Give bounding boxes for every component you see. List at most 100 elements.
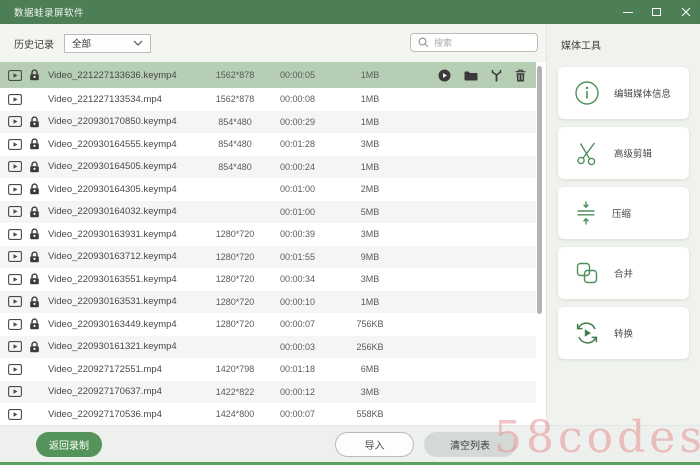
- lock-icon: [29, 138, 42, 150]
- file-duration: 00:00:08: [279, 94, 316, 105]
- table-row[interactable]: Video_220930164032.keymp4 00:01:00 5MB: [0, 200, 536, 223]
- tool-cards: 编辑媒体信息 高级剪辑 压缩 合并 转换: [547, 67, 700, 359]
- file-name: Video_220927170536.mp4: [48, 408, 162, 420]
- file-size: 1MB: [360, 116, 380, 127]
- video-file-icon: [8, 251, 22, 263]
- file-resolution: 1280*720: [215, 274, 255, 285]
- file-resolution: 1280*720: [215, 251, 255, 262]
- file-name: Video_220930164032.keymp4: [48, 206, 177, 218]
- file-duration: 00:00:29: [279, 116, 316, 127]
- scrollbar-thumb[interactable]: [537, 66, 542, 314]
- table-row[interactable]: Video_221227133534.mp4 1562*878 00:00:08…: [0, 88, 536, 111]
- file-name: Video_220927172551.mp4: [48, 363, 162, 375]
- video-file-icon: [8, 138, 22, 150]
- panel-title: 媒体工具: [561, 41, 601, 52]
- table-row[interactable]: Video_220930170850.keymp4 854*480 00:00:…: [0, 110, 536, 133]
- table-row[interactable]: Video_220930163931.keymp4 1280*720 00:00…: [0, 223, 536, 246]
- file-name: Video_221227133534.mp4: [48, 93, 162, 105]
- back-to-record-button[interactable]: 返回录制: [36, 432, 102, 457]
- file-duration: 00:00:24: [279, 161, 316, 172]
- history-filter-dropdown[interactable]: 全部: [64, 33, 151, 53]
- video-file-icon: [8, 318, 22, 330]
- chevron-down-icon: [133, 40, 143, 46]
- table-row[interactable]: Video_220930163531.keymp4 1280*720 00:00…: [0, 290, 536, 313]
- tool-edit-media-info[interactable]: 编辑媒体信息: [558, 67, 689, 119]
- minimize-icon[interactable]: [613, 0, 642, 24]
- table-row[interactable]: Video_220930163551.keymp4 1280*720 00:00…: [0, 268, 536, 291]
- lock-icon: [29, 318, 42, 330]
- table-row[interactable]: Video_220930164305.keymp4 00:01:00 2MB: [0, 178, 536, 201]
- compress-icon: [573, 199, 599, 227]
- table-row[interactable]: Video_220930164555.keymp4 854*480 00:01:…: [0, 133, 536, 156]
- file-resolution: 854*480: [218, 161, 252, 172]
- file-resolution: 1280*720: [215, 296, 255, 307]
- lock-icon: [29, 161, 42, 173]
- lock-icon: [29, 116, 42, 128]
- file-name: Video_220930164555.keymp4: [48, 138, 177, 150]
- search-input[interactable]: [434, 37, 530, 48]
- file-size: 3MB: [360, 386, 380, 397]
- tool-advanced-clip[interactable]: 高级剪辑: [558, 127, 689, 179]
- close-icon[interactable]: [671, 0, 700, 24]
- file-size: 558KB: [356, 409, 384, 420]
- table-row[interactable]: Video_220930163712.keymp4 1280*720 00:01…: [0, 245, 536, 268]
- file-name: Video_220930163531.keymp4: [48, 296, 177, 308]
- video-file-icon: [8, 386, 22, 398]
- maximize-icon[interactable]: [642, 0, 671, 24]
- file-duration: 00:00:05: [279, 70, 316, 80]
- video-file-icon: [8, 206, 22, 218]
- file-duration: 00:00:07: [279, 409, 316, 420]
- lock-icon: [29, 183, 42, 195]
- file-name: Video_220930163449.keymp4: [48, 318, 177, 330]
- table-row[interactable]: Video_220930161321.keymp4 00:00:03 256KB: [0, 335, 536, 358]
- tool-label: 合并: [614, 269, 634, 280]
- file-resolution: 1280*720: [215, 319, 255, 330]
- left-pane: 历史记录 全部 Video_221227133636.keymp4: [0, 24, 546, 425]
- file-resolution: 1280*720: [215, 229, 255, 240]
- file-list: Video_221227133636.keymp4 1562*878 00:00…: [0, 62, 546, 425]
- video-file-icon: [8, 408, 22, 420]
- scissors-icon: [573, 139, 601, 167]
- file-duration: 00:00:10: [279, 296, 316, 307]
- window-controls: [613, 0, 700, 24]
- play-icon[interactable]: [438, 69, 451, 82]
- file-duration: 00:01:28: [279, 139, 316, 150]
- video-file-icon: [8, 183, 22, 195]
- file-duration: 00:01:18: [279, 364, 316, 375]
- info-icon: [573, 79, 601, 107]
- file-duration: 00:01:00: [279, 206, 316, 217]
- lock-icon: [29, 273, 42, 285]
- trash-icon[interactable]: [515, 69, 526, 82]
- file-name: Video_220930164505.keymp4: [48, 161, 177, 173]
- table-row[interactable]: Video_220927170637.mp4 1422*822 00:00:12…: [0, 380, 536, 403]
- folder-icon[interactable]: [464, 70, 478, 81]
- clear-list-button[interactable]: 清空列表: [424, 432, 516, 457]
- file-size: 1MB: [360, 161, 380, 172]
- tool-label: 转换: [614, 329, 634, 340]
- footer-bar: 返回录制 导入 清空列表: [0, 425, 700, 462]
- file-name: Video_220930163712.keymp4: [48, 251, 177, 263]
- file-size: 756KB: [356, 319, 384, 330]
- table-row[interactable]: Video_220927170536.mp4 1424*800 00:00:07…: [0, 403, 536, 425]
- wrench-icon[interactable]: [491, 69, 502, 82]
- table-row[interactable]: Video_220930163449.keymp4 1280*720 00:00…: [0, 313, 536, 336]
- file-duration: 00:00:39: [279, 229, 316, 240]
- file-size: 5MB: [360, 206, 380, 217]
- file-size: 6MB: [360, 364, 380, 375]
- table-row[interactable]: Video_220930164505.keymp4 854*480 00:00:…: [0, 155, 536, 178]
- file-duration: 00:01:55: [279, 251, 316, 262]
- file-size: 1MB: [360, 70, 380, 80]
- tool-merge[interactable]: 合并: [558, 247, 689, 299]
- tool-compress[interactable]: 压缩: [558, 187, 689, 239]
- video-file-icon: [8, 228, 22, 240]
- file-name: Video_221227133636.keymp4: [48, 69, 177, 81]
- tool-convert[interactable]: 转换: [558, 307, 689, 359]
- table-row[interactable]: Video_221227133636.keymp4 1562*878 00:00…: [0, 62, 536, 88]
- file-duration: 00:00:07: [279, 319, 316, 330]
- tool-label: 高级剪辑: [614, 149, 653, 160]
- search-icon: [418, 37, 429, 48]
- video-file-icon: [8, 69, 22, 81]
- table-row[interactable]: Video_220927172551.mp4 1420*798 00:01:18…: [0, 358, 536, 381]
- file-name: Video_220930161321.keymp4: [48, 341, 177, 353]
- import-button[interactable]: 导入: [335, 432, 414, 457]
